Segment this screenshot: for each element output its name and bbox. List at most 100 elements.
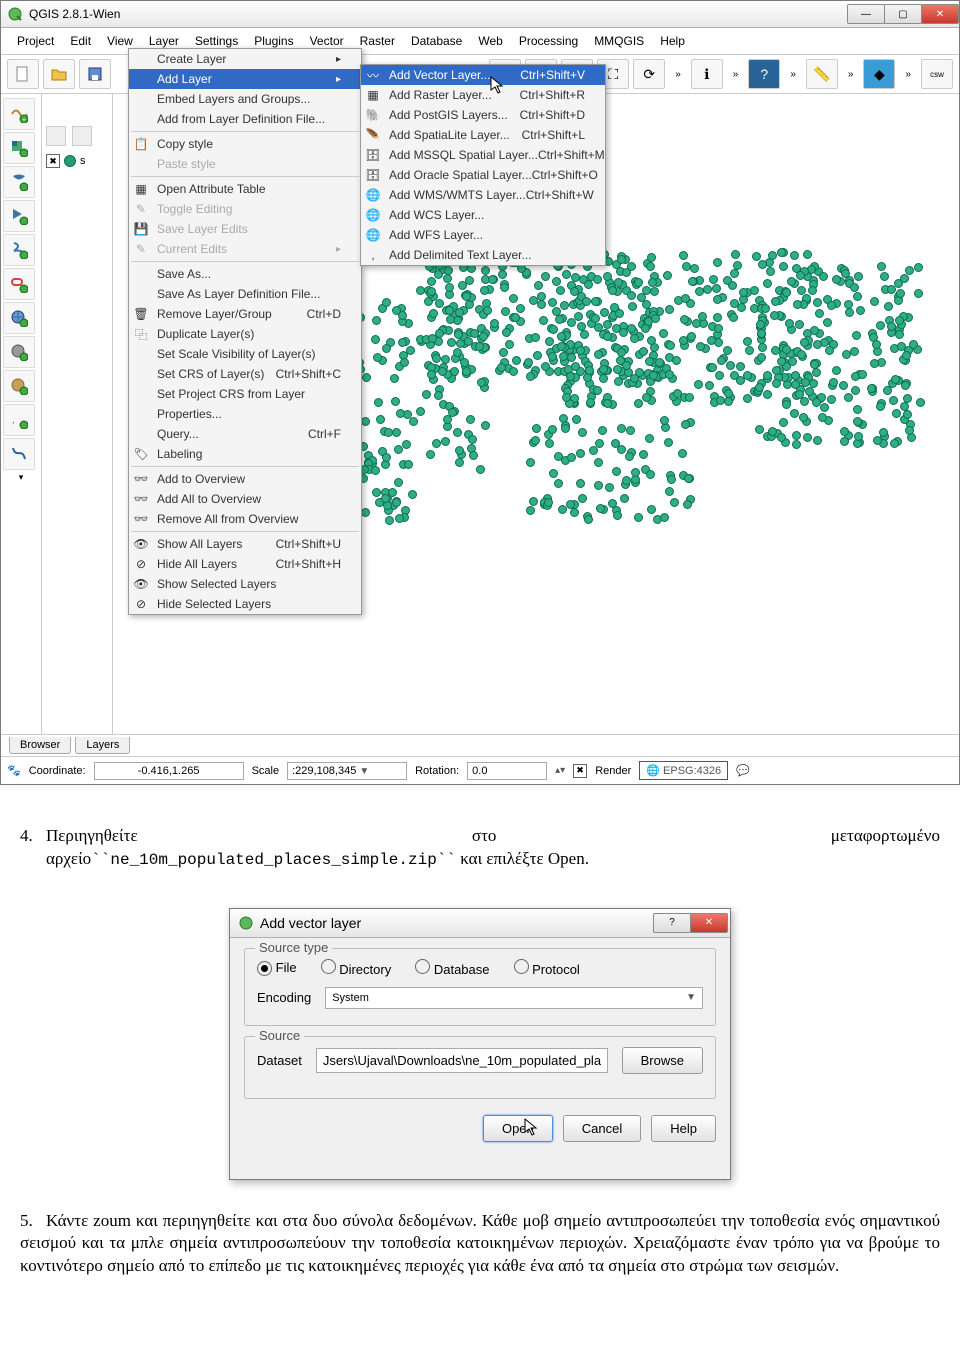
menu-embed-layers[interactable]: Embed Layers and Groups...: [129, 89, 361, 109]
submenu-add-delimited[interactable]: ,Add Delimited Text Layer...: [361, 245, 605, 265]
dialog-close-button[interactable]: ✕: [690, 913, 728, 933]
node-tool-icon[interactable]: [3, 438, 35, 470]
data-point: [533, 351, 542, 360]
toolbar-overflow-4[interactable]: »: [842, 69, 860, 80]
refresh-icon[interactable]: ⟳: [633, 59, 665, 89]
status-icon[interactable]: 🐾: [7, 764, 21, 777]
menu-remove-all-overview[interactable]: 👓Remove All from Overview: [129, 509, 361, 529]
tab-browser[interactable]: Browser: [9, 737, 71, 754]
messages-icon[interactable]: 💬: [736, 764, 750, 777]
open-project-icon[interactable]: [43, 59, 75, 89]
menu-help[interactable]: Help: [652, 32, 693, 50]
layer-tree-item[interactable]: ✖ s: [46, 154, 108, 168]
add-oracle-layer-icon[interactable]: [3, 268, 35, 300]
crs-button[interactable]: 🌐 EPSG:4326: [639, 761, 728, 780]
add-vector-layer-icon[interactable]: +: [3, 98, 35, 130]
data-point: [839, 381, 848, 390]
add-wcs-layer-icon[interactable]: [3, 336, 35, 368]
menu-labeling[interactable]: 🏷Labeling: [129, 444, 361, 464]
rotation-input[interactable]: 0.0: [467, 762, 547, 780]
toolbar-overflow-3[interactable]: »: [784, 69, 802, 80]
menu-hide-selected-layers[interactable]: ⊘Hide Selected Layers: [129, 594, 361, 614]
menu-processing[interactable]: Processing: [511, 32, 586, 50]
menu-hide-all-layers[interactable]: ⊘Hide All LayersCtrl+Shift+H: [129, 554, 361, 574]
menu-set-crs[interactable]: Set CRS of Layer(s)Ctrl+Shift+C: [129, 364, 361, 384]
coord-input[interactable]: -0.416,1.265: [94, 762, 244, 780]
identify-icon[interactable]: ℹ: [691, 59, 723, 89]
submenu-add-spatialite[interactable]: 🪶Add SpatiaLite Layer...Ctrl+Shift+L: [361, 125, 605, 145]
maximize-button[interactable]: ▢: [884, 4, 922, 24]
menu-open-attr-table[interactable]: ▦Open Attribute Table: [129, 179, 361, 199]
dataset-input[interactable]: [316, 1048, 608, 1073]
add-postgis-layer-icon[interactable]: [3, 166, 35, 198]
rotation-spinner-icon[interactable]: ▴▾: [555, 765, 565, 776]
menu-create-layer[interactable]: Create Layer▸: [129, 49, 361, 69]
menu-remove-layer[interactable]: 🗑Remove Layer/GroupCtrl+D: [129, 304, 361, 324]
menu-mmqgis[interactable]: MMQGIS: [586, 32, 652, 50]
menu-duplicate-layer[interactable]: ⿻Duplicate Layer(s): [129, 324, 361, 344]
layers-panel-btn-2[interactable]: [72, 126, 92, 146]
scale-input[interactable]: :229,108,345 ▼: [287, 762, 407, 780]
submenu-add-wcs[interactable]: 🌐Add WCS Layer...: [361, 205, 605, 225]
submenu-add-postgis[interactable]: 🐘Add PostGIS Layers...Ctrl+Shift+D: [361, 105, 605, 125]
menu-save-as[interactable]: Save As...: [129, 264, 361, 284]
menu-project[interactable]: Project: [9, 32, 62, 50]
menu-copy-style[interactable]: 📋Copy style: [129, 134, 361, 154]
add-wms-layer-icon[interactable]: [3, 302, 35, 334]
help-button[interactable]: Help: [651, 1115, 716, 1142]
csw-button[interactable]: csw: [921, 59, 953, 89]
measure-icon[interactable]: 📏: [806, 59, 838, 89]
menu-edit[interactable]: Edit: [62, 32, 99, 50]
add-spatialite-layer-icon[interactable]: [3, 200, 35, 232]
layer-checkbox-icon[interactable]: ✖: [46, 154, 60, 168]
add-wfs-layer-icon[interactable]: [3, 370, 35, 402]
submenu-add-wms[interactable]: 🌐Add WMS/WMTS Layer...Ctrl+Shift+W: [361, 185, 605, 205]
submenu-add-mssql[interactable]: 🗄Add MSSQL Spatial Layer...Ctrl+Shift+M: [361, 145, 605, 165]
dialog-help-button[interactable]: ?: [653, 913, 691, 933]
radio-database[interactable]: Database: [415, 959, 489, 977]
submenu-add-vector[interactable]: 〰Add Vector Layer...Ctrl+Shift+V: [361, 65, 605, 85]
radio-directory[interactable]: Directory: [321, 959, 392, 977]
tab-layers[interactable]: Layers: [75, 737, 130, 754]
radio-file[interactable]: File: [257, 960, 297, 976]
tool-icon-blue[interactable]: ◆: [863, 59, 895, 89]
data-point: [548, 425, 557, 434]
menu-add-overview[interactable]: 👓Add to Overview: [129, 469, 361, 489]
toolbar-overflow-2[interactable]: »: [727, 69, 745, 80]
browse-button[interactable]: Browse: [622, 1047, 703, 1074]
submenu-add-raster[interactable]: ▦Add Raster Layer...Ctrl+Shift+R: [361, 85, 605, 105]
menu-scale-visibility[interactable]: Set Scale Visibility of Layer(s): [129, 344, 361, 364]
menu-add-from-def[interactable]: Add from Layer Definition File...: [129, 109, 361, 129]
help-icon[interactable]: ?: [748, 59, 780, 89]
submenu-add-oracle[interactable]: 🗄Add Oracle Spatial Layer...Ctrl+Shift+O: [361, 165, 605, 185]
menu-web[interactable]: Web: [470, 32, 510, 50]
menu-add-all-overview[interactable]: 👓Add All to Overview: [129, 489, 361, 509]
menu-properties[interactable]: Properties...: [129, 404, 361, 424]
layers-panel-btn-1[interactable]: [46, 126, 66, 146]
toolbar-overflow-5[interactable]: »: [899, 69, 917, 80]
save-project-icon[interactable]: [79, 59, 111, 89]
new-project-icon[interactable]: [7, 59, 39, 89]
left-toolbar-overflow-icon[interactable]: ▾: [3, 472, 39, 483]
menu-save-as-def[interactable]: Save As Layer Definition File...: [129, 284, 361, 304]
add-delimited-text-icon[interactable]: ,: [3, 404, 35, 436]
add-mssql-layer-icon[interactable]: [3, 234, 35, 266]
render-checkbox[interactable]: ✖: [573, 764, 587, 778]
menu-database[interactable]: Database: [403, 32, 470, 50]
cancel-button[interactable]: Cancel: [563, 1115, 641, 1142]
radio-protocol[interactable]: Protocol: [514, 959, 580, 977]
toolbar-overflow-1[interactable]: »: [669, 69, 687, 80]
menu-show-all-layers[interactable]: 👁Show All LayersCtrl+Shift+U: [129, 534, 361, 554]
menu-set-project-crs[interactable]: Set Project CRS from Layer: [129, 384, 361, 404]
data-point: [574, 312, 583, 321]
menu-query[interactable]: Query...Ctrl+F: [129, 424, 361, 444]
add-raster-layer-icon[interactable]: [3, 132, 35, 164]
encoding-select[interactable]: System▼: [325, 987, 703, 1009]
mouse-cursor-icon: [524, 1118, 540, 1138]
close-button[interactable]: ✕: [921, 4, 959, 24]
minimize-button[interactable]: —: [847, 4, 885, 24]
open-button[interactable]: Open: [483, 1115, 553, 1142]
menu-add-layer[interactable]: Add Layer▸: [129, 69, 361, 89]
submenu-add-wfs[interactable]: 🌐Add WFS Layer...: [361, 225, 605, 245]
menu-show-selected-layers[interactable]: 👁Show Selected Layers: [129, 574, 361, 594]
